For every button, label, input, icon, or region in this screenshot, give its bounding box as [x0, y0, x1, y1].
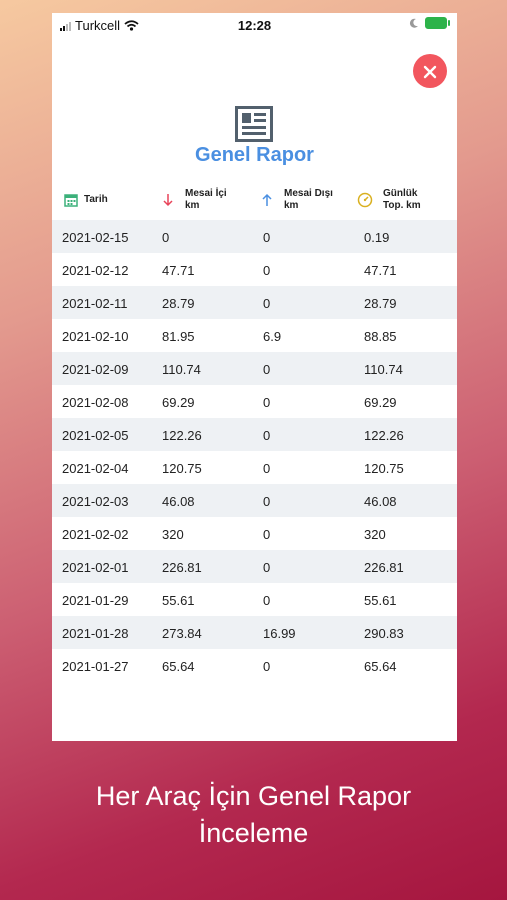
column-off-hours: Mesai Dışı km: [262, 179, 333, 221]
work-km-cell: 81.95: [162, 329, 195, 344]
total-km-cell: 226.81: [364, 560, 404, 575]
table-row: 2021-02-01 226.81 0 226.81: [52, 550, 457, 583]
off-km-cell: 0: [263, 395, 271, 410]
work-km-cell: 110.74: [162, 362, 201, 377]
report-icon: [235, 106, 273, 142]
off-km-cell: 0: [263, 296, 271, 311]
date-cell: 2021-02-08: [62, 395, 129, 410]
total-km-cell: 65.64: [364, 659, 397, 674]
table-row: 2021-02-02 320 0 320: [52, 517, 457, 550]
off-km-cell: 0: [263, 659, 271, 674]
work-km-cell: 226.81: [162, 560, 202, 575]
column-work-hours: Mesai İçi km: [163, 179, 227, 221]
date-cell: 2021-02-05: [62, 428, 129, 443]
date-cell: 2021-01-28: [62, 626, 129, 641]
table-row: 2021-02-08 69.29 0 69.29: [52, 385, 457, 418]
off-km-cell: 0: [263, 362, 271, 377]
total-km-cell: 55.61: [364, 593, 397, 608]
table-row: 2021-01-27 65.64 0 65.64: [52, 649, 457, 682]
total-km-cell: 69.29: [364, 395, 397, 410]
total-km-cell: 290.83: [364, 626, 404, 641]
total-km-cell: 120.75: [364, 461, 404, 476]
caption-line-2: İnceleme: [198, 818, 309, 848]
work-km-cell: 69.29: [162, 395, 195, 410]
app-screen: Turkcell 12:28 Genel Rapor Tarih Mesai İ…: [52, 13, 457, 741]
total-km-cell: 28.79: [364, 296, 397, 311]
table-row: 2021-02-04 120.75 0 120.75: [52, 451, 457, 484]
off-km-cell: 0: [263, 461, 271, 476]
date-cell: 2021-02-10: [62, 329, 129, 344]
work-km-cell: 0: [162, 230, 170, 245]
table-row: 2021-02-12 47.71 0 47.71: [52, 253, 457, 286]
work-km-cell: 122.26: [162, 428, 202, 443]
date-cell: 2021-02-12: [62, 263, 129, 278]
off-km-cell: 0: [263, 428, 271, 443]
table-row: 2021-02-10 81.95 6.9 88.85: [52, 319, 457, 352]
off-km-cell: 16.99: [263, 626, 296, 641]
date-cell: 2021-02-02: [62, 527, 129, 542]
total-km-cell: 0.19: [364, 230, 390, 245]
off-km-cell: 0: [263, 593, 271, 608]
speedometer-icon: [357, 192, 373, 208]
date-cell: 2021-02-11: [62, 296, 128, 311]
caption-line-1: Her Araç İçin Genel Rapor: [95, 781, 412, 811]
date-cell: 2021-02-04: [62, 461, 129, 476]
battery-icon: [425, 17, 450, 29]
work-km-cell: 65.64: [162, 659, 195, 674]
column-label: Mesai İçi km: [185, 188, 227, 211]
date-cell: 2021-02-09: [62, 362, 129, 377]
work-km-cell: 120.75: [162, 461, 202, 476]
total-km-cell: 47.71: [364, 263, 397, 278]
table-row: 2021-01-28 273.84 16.99 290.83: [52, 616, 457, 649]
promo-caption: Her Araç İçin Genel Rapor İnceleme: [0, 778, 507, 852]
work-km-cell: 28.79: [162, 296, 195, 311]
total-km-cell: 320: [364, 527, 386, 542]
table-row: 2021-01-29 55.61 0 55.61: [52, 583, 457, 616]
page-title: Genel Rapor: [195, 144, 314, 166]
total-km-cell: 46.08: [364, 494, 397, 509]
work-km-cell: 273.84: [162, 626, 202, 641]
off-km-cell: 0: [263, 527, 271, 542]
column-daily-total: Günlük Top. km: [357, 179, 421, 221]
off-km-cell: 0: [263, 494, 271, 509]
status-bar: Turkcell 12:28: [52, 13, 457, 37]
close-button[interactable]: [413, 54, 447, 88]
column-label: Mesai Dışı km: [284, 188, 333, 211]
close-icon: [423, 65, 437, 79]
work-km-cell: 46.08: [162, 494, 195, 509]
report-table: 2021-02-15 0 0 0.19 2021-02-12 47.71 0 47.71 202…: [52, 220, 457, 682]
date-cell: 2021-02-03: [62, 494, 129, 509]
column-label: Tarih: [84, 194, 108, 205]
table-row: 2021-02-05 122.26 0 122.26: [52, 418, 457, 451]
table-row: 2021-02-11 28.79 0 28.79: [52, 286, 457, 319]
off-km-cell: 6.9: [263, 329, 282, 344]
work-km-cell: 320: [162, 527, 184, 542]
work-km-cell: 55.61: [162, 593, 195, 608]
off-km-cell: 0: [263, 263, 271, 278]
calendar-icon: [64, 194, 78, 207]
table-row: 2021-02-09 110.74 0 110.74: [52, 352, 457, 385]
total-km-cell: 122.26: [364, 428, 404, 443]
off-km-cell: 0: [263, 230, 271, 245]
moon-icon: [409, 18, 418, 28]
arrow-down-icon: [163, 194, 173, 207]
date-cell: 2021-01-29: [62, 593, 129, 608]
total-km-cell: 88.85: [364, 329, 397, 344]
column-date: Tarih: [64, 179, 108, 221]
date-cell: 2021-02-15: [62, 230, 129, 245]
table-row: 2021-02-03 46.08 0 46.08: [52, 484, 457, 517]
work-km-cell: 47.71: [162, 263, 195, 278]
table-header: Tarih Mesai İçi km Mesai Dışı km Günlük …: [52, 179, 457, 221]
table-row: 2021-02-15 0 0 0.19: [52, 220, 457, 253]
column-label: Günlük Top. km: [383, 188, 421, 211]
off-km-cell: 0: [263, 560, 271, 575]
clock: 12:28: [237, 18, 272, 33]
date-cell: 2021-01-27: [62, 659, 129, 674]
arrow-up-icon: [262, 193, 272, 206]
date-cell: 2021-02-01: [62, 560, 129, 575]
total-km-cell: 110.74: [364, 362, 403, 377]
